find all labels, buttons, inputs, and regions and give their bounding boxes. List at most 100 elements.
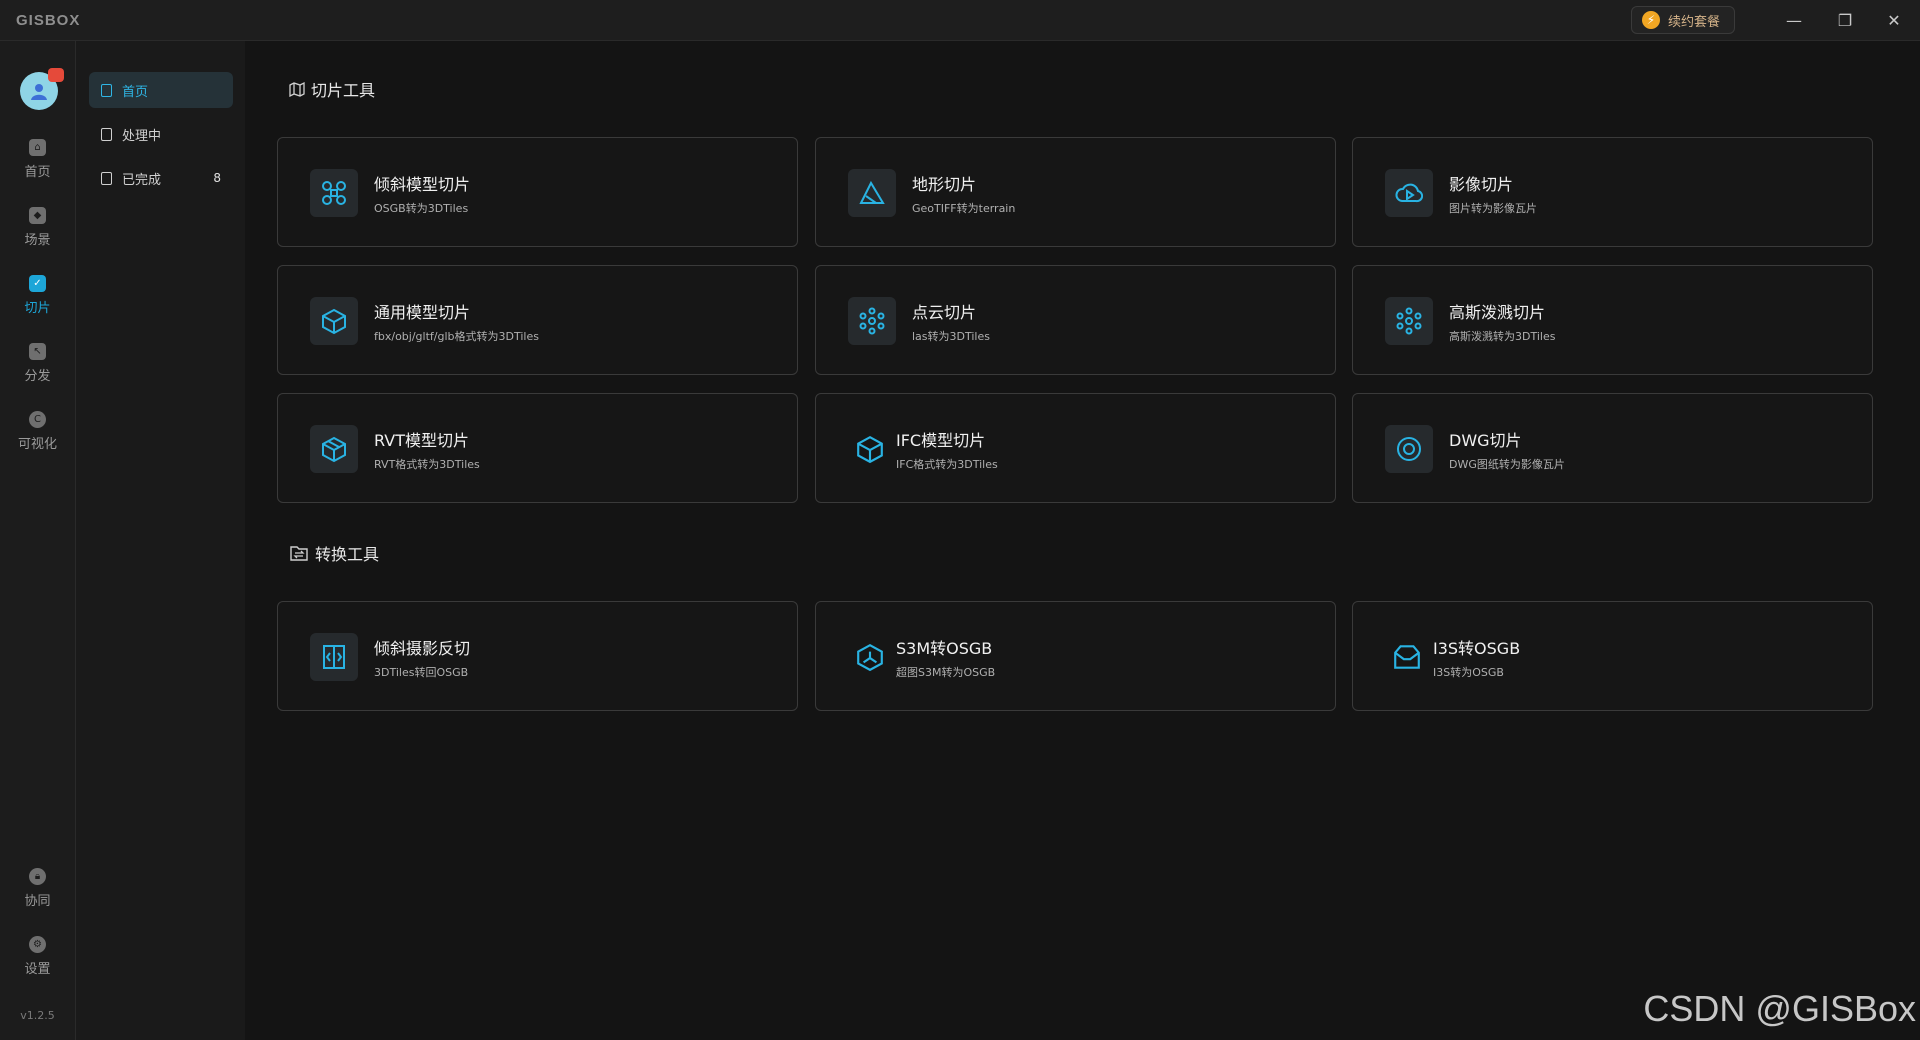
drone-icon [310,169,358,217]
map-icon [289,81,305,97]
rvt-icon [310,425,358,473]
app-version: v1.2.5 [20,1009,55,1022]
s3m-icon [846,633,894,681]
card-desc: IFC格式转为3DTiles [896,458,998,471]
renew-plan-label: 续约套餐 [1668,14,1721,30]
subnav-item-label: 处理中 [122,128,162,144]
subnav-item-completed[interactable]: 已完成 8 [89,160,233,196]
card-title: 影像切片 [1449,175,1514,194]
settings-icon: ⚙ [29,935,46,953]
card-desc: 超图S3M转为OSGB [896,666,996,679]
document-icon [101,83,112,97]
card-title: S3M转OSGB [896,639,993,658]
card-desc: I3S转为OSGB [1433,666,1504,679]
rail-item-label: 协同 [24,893,51,909]
rail-item-distribute[interactable]: ↖ 分发 [0,334,75,392]
nav-rail: ⌂ 首页 ◆ 场景 ✓ 切片 ↖ 分发 C 可视化 🔒︎ 协同 ⚙ 设置 v1.… [0,41,76,1040]
card-title: 高斯泼溅切片 [1449,303,1546,322]
card-title: RVT模型切片 [374,431,469,450]
card-oblique-slice[interactable]: 倾斜模型切片 OSGB转为3DTiles [277,137,798,247]
section-title-label: 切片工具 [311,81,376,100]
card-title: 地形切片 [912,175,977,194]
sub-nav: 首页 处理中 已完成 8 [76,41,245,1040]
rail-item-label: 可视化 [17,436,57,452]
card-desc: GeoTIFF转为terrain [912,202,1016,215]
gaussian-icon [1385,297,1433,345]
collab-icon: 🔒︎ [29,867,46,885]
card-title: 倾斜模型切片 [374,175,471,194]
card-title: I3S转OSGB [1433,639,1521,658]
pointcloud-icon [848,297,896,345]
home-icon: ⌂ [29,138,46,156]
title-bar: GISBOX ⚡ 续约套餐 — ❐ ✕ [0,0,1920,41]
card-terrain-slice[interactable]: 地形切片 GeoTIFF转为terrain [815,137,1336,247]
card-i3s-to-osgb[interactable]: I3S转OSGB I3S转为OSGB [1352,601,1873,711]
rail-item-label: 首页 [24,164,51,180]
subnav-item-label: 已完成 [122,172,162,188]
rail-item-collab[interactable]: 🔒︎ 协同 [0,859,75,917]
card-s3m-to-osgb[interactable]: S3M转OSGB 超图S3M转为OSGB [815,601,1336,711]
lightning-icon: ⚡ [1642,11,1660,29]
ifc-icon [846,425,894,473]
card-ifc-slice[interactable]: IFC模型切片 IFC格式转为3DTiles [815,393,1336,503]
subnav-item-home[interactable]: 首页 [89,72,233,108]
card-desc: fbx/obj/gltf/glb格式转为3DTiles [374,330,539,343]
document-check-icon [101,171,112,185]
reverse-icon [310,633,358,681]
cloud-image-icon [1385,169,1433,217]
terrain-icon [848,169,896,217]
dwg-icon [1385,425,1433,473]
card-desc: 高斯泼溅转为3DTiles [1449,330,1556,343]
rail-item-label: 切片 [24,300,51,316]
card-desc: 图片转为影像瓦片 [1449,202,1537,215]
card-desc: OSGB转为3DTiles [374,202,469,215]
subnav-item-label: 首页 [122,84,149,100]
card-title: DWG切片 [1449,431,1522,450]
distribute-icon: ↖ [29,342,46,360]
renew-plan-button[interactable]: ⚡ 续约套餐 [1631,6,1735,34]
card-desc: RVT格式转为3DTiles [374,458,480,471]
slice-icon: ✓ [29,274,46,292]
rail-item-slice[interactable]: ✓ 切片 [0,266,75,324]
scene-icon: ◆ [29,206,46,224]
i3s-icon [1383,633,1431,681]
rail-item-visualize[interactable]: C 可视化 [0,402,75,460]
rail-item-settings[interactable]: ⚙ 设置 [0,927,75,985]
restore-button[interactable]: ❐ [1823,6,1867,34]
rail-item-home[interactable]: ⌂ 首页 [0,130,75,188]
card-general-model-slice[interactable]: 通用模型切片 fbx/obj/gltf/glb格式转为3DTiles [277,265,798,375]
card-rvt-slice[interactable]: RVT模型切片 RVT格式转为3DTiles [277,393,798,503]
card-gaussian-slice[interactable]: 高斯泼溅切片 高斯泼溅转为3DTiles [1352,265,1873,375]
card-title: 通用模型切片 [374,303,471,322]
minimize-button[interactable]: — [1772,6,1816,34]
card-desc: las转为3DTiles [912,330,990,343]
card-title: IFC模型切片 [896,431,986,450]
rail-item-scene[interactable]: ◆ 场景 [0,198,75,256]
card-dwg-slice[interactable]: DWG切片 DWG图纸转为影像瓦片 [1352,393,1873,503]
completed-count: 8 [213,171,221,185]
card-oblique-reverse[interactable]: 倾斜摄影反切 3DTiles转回OSGB [277,601,798,711]
visualize-icon: C [29,410,46,428]
card-title: 倾斜摄影反切 [374,639,471,658]
rail-item-label: 设置 [24,961,51,977]
notification-badge [48,68,64,82]
main-content: 切片工具 倾斜模型切片 OSGB转为3DTiles 地形切片 GeoTIFF转为… [245,41,1920,1040]
section-title-convert: 转换工具 [289,541,379,565]
rail-item-label: 分发 [24,368,51,384]
avatar[interactable] [20,68,64,110]
section-title-slice: 切片工具 [289,77,375,101]
convert-folder-icon [290,546,308,561]
box-icon [310,297,358,345]
card-desc: 3DTiles转回OSGB [374,666,469,679]
document-icon [101,127,112,141]
rail-item-label: 场景 [24,232,51,248]
card-title: 点云切片 [912,303,977,322]
card-desc: DWG图纸转为影像瓦片 [1449,458,1565,471]
user-icon [31,84,47,100]
card-pointcloud-slice[interactable]: 点云切片 las转为3DTiles [815,265,1336,375]
watermark: CSDN @GISBox [1643,988,1916,1029]
close-button[interactable]: ✕ [1872,6,1916,34]
subnav-item-processing[interactable]: 处理中 [89,116,233,152]
app-logo: GISBOX [16,12,81,29]
card-image-slice[interactable]: 影像切片 图片转为影像瓦片 [1352,137,1873,247]
